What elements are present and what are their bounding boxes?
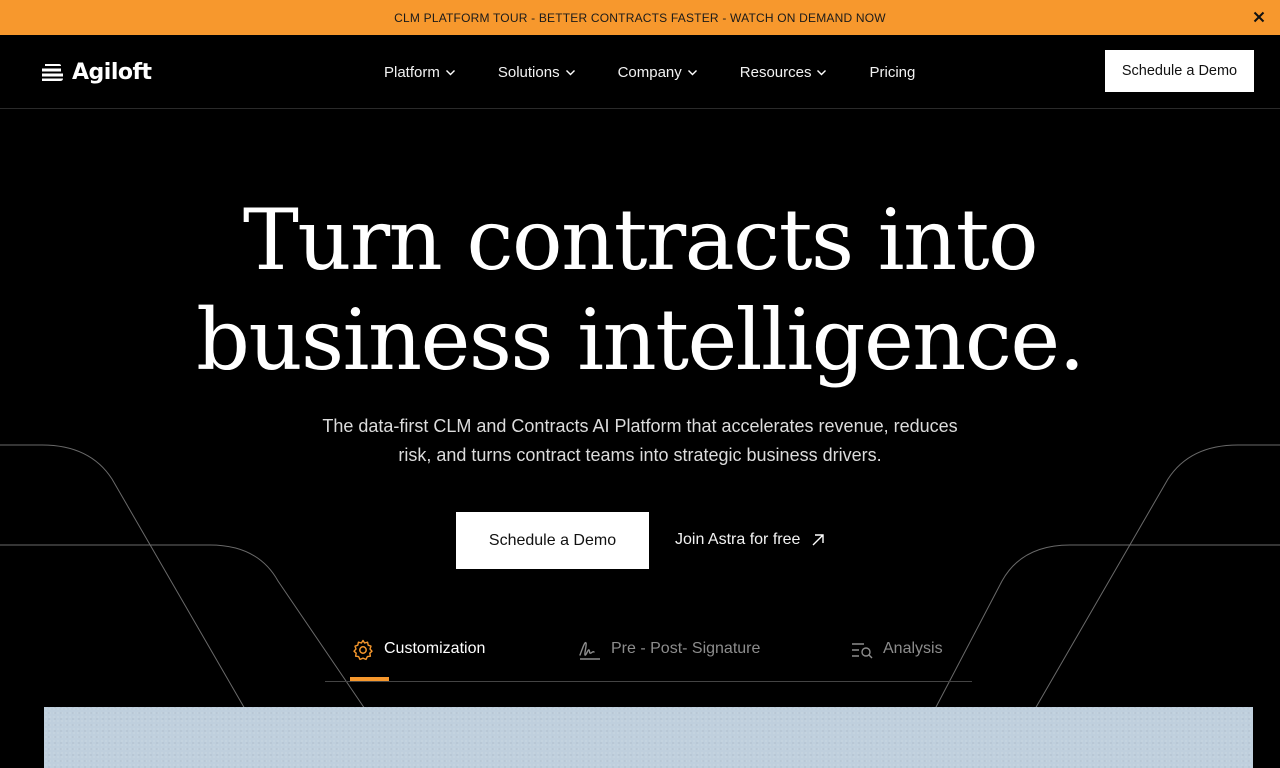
analysis-icon (852, 643, 873, 659)
nav-platform[interactable]: Platform (384, 64, 456, 81)
nav-label: Resources (739, 63, 812, 81)
chevron-down-icon (445, 69, 455, 75)
agiloft-logo-icon (42, 64, 63, 81)
nav-pricing[interactable]: Pricing (869, 64, 915, 81)
chevron-down-icon (817, 69, 827, 75)
close-icon[interactable] (1250, 8, 1268, 26)
logo-text: Agiloft (72, 59, 152, 85)
tab-pre-post-signature[interactable]: Pre - Post- Signature (578, 630, 760, 682)
hero-subtitle-line-2: risk, and turns contract teams into stra… (398, 445, 882, 465)
main-nav: Platform Solutions Company Resources Pri… (384, 35, 957, 109)
hero-title-line-2: business intelligence. (196, 291, 1085, 389)
hero-subtitle-line-1: The data-first CLM and Contracts AI Plat… (322, 416, 958, 436)
tab-label: Pre - Post- Signature (611, 640, 761, 657)
feature-tabs: Customization Pre - Post- Signature Anal… (325, 630, 972, 682)
arrow-up-right-icon (812, 534, 825, 546)
gear-icon (353, 639, 373, 661)
schedule-demo-header-button[interactable]: Schedule a Demo (1105, 50, 1254, 92)
site-header: Agiloft Platform Solutions Company Resou… (0, 35, 1280, 109)
chevron-down-icon (565, 69, 575, 75)
tab-label: Customization (384, 640, 486, 657)
logo[interactable]: Agiloft (42, 57, 152, 87)
join-astra-label: Join Astra for free (675, 531, 801, 548)
schedule-demo-button[interactable]: Schedule a Demo (456, 512, 649, 569)
hero-title-line-1: Turn contracts into (242, 191, 1039, 289)
nav-label: Solutions (497, 63, 560, 81)
product-preview-panel (44, 707, 1253, 768)
nav-resources[interactable]: Resources (740, 64, 828, 81)
chevron-down-icon (687, 69, 697, 75)
nav-solutions[interactable]: Solutions (498, 64, 576, 81)
hero-subtitle: The data-first CLM and Contracts AI Plat… (290, 412, 990, 470)
nav-label: Company (617, 63, 682, 81)
hero-title: Turn contracts into business intelligenc… (0, 190, 1280, 390)
tab-customization[interactable]: Customization (351, 630, 485, 682)
nav-label: Platform (384, 63, 440, 81)
tab-analysis[interactable]: Analysis (850, 630, 943, 682)
signature-icon (579, 641, 600, 660)
announcement-bar: CLM PLATFORM TOUR - BETTER CONTRACTS FAS… (0, 0, 1280, 35)
nav-company[interactable]: Company (618, 64, 698, 81)
announcement-link[interactable]: CLM PLATFORM TOUR - BETTER CONTRACTS FAS… (394, 11, 886, 25)
active-tab-indicator (350, 677, 389, 681)
tab-label: Analysis (883, 640, 943, 657)
nav-label: Pricing (869, 63, 916, 81)
join-astra-link[interactable]: Join Astra for free (675, 526, 826, 554)
